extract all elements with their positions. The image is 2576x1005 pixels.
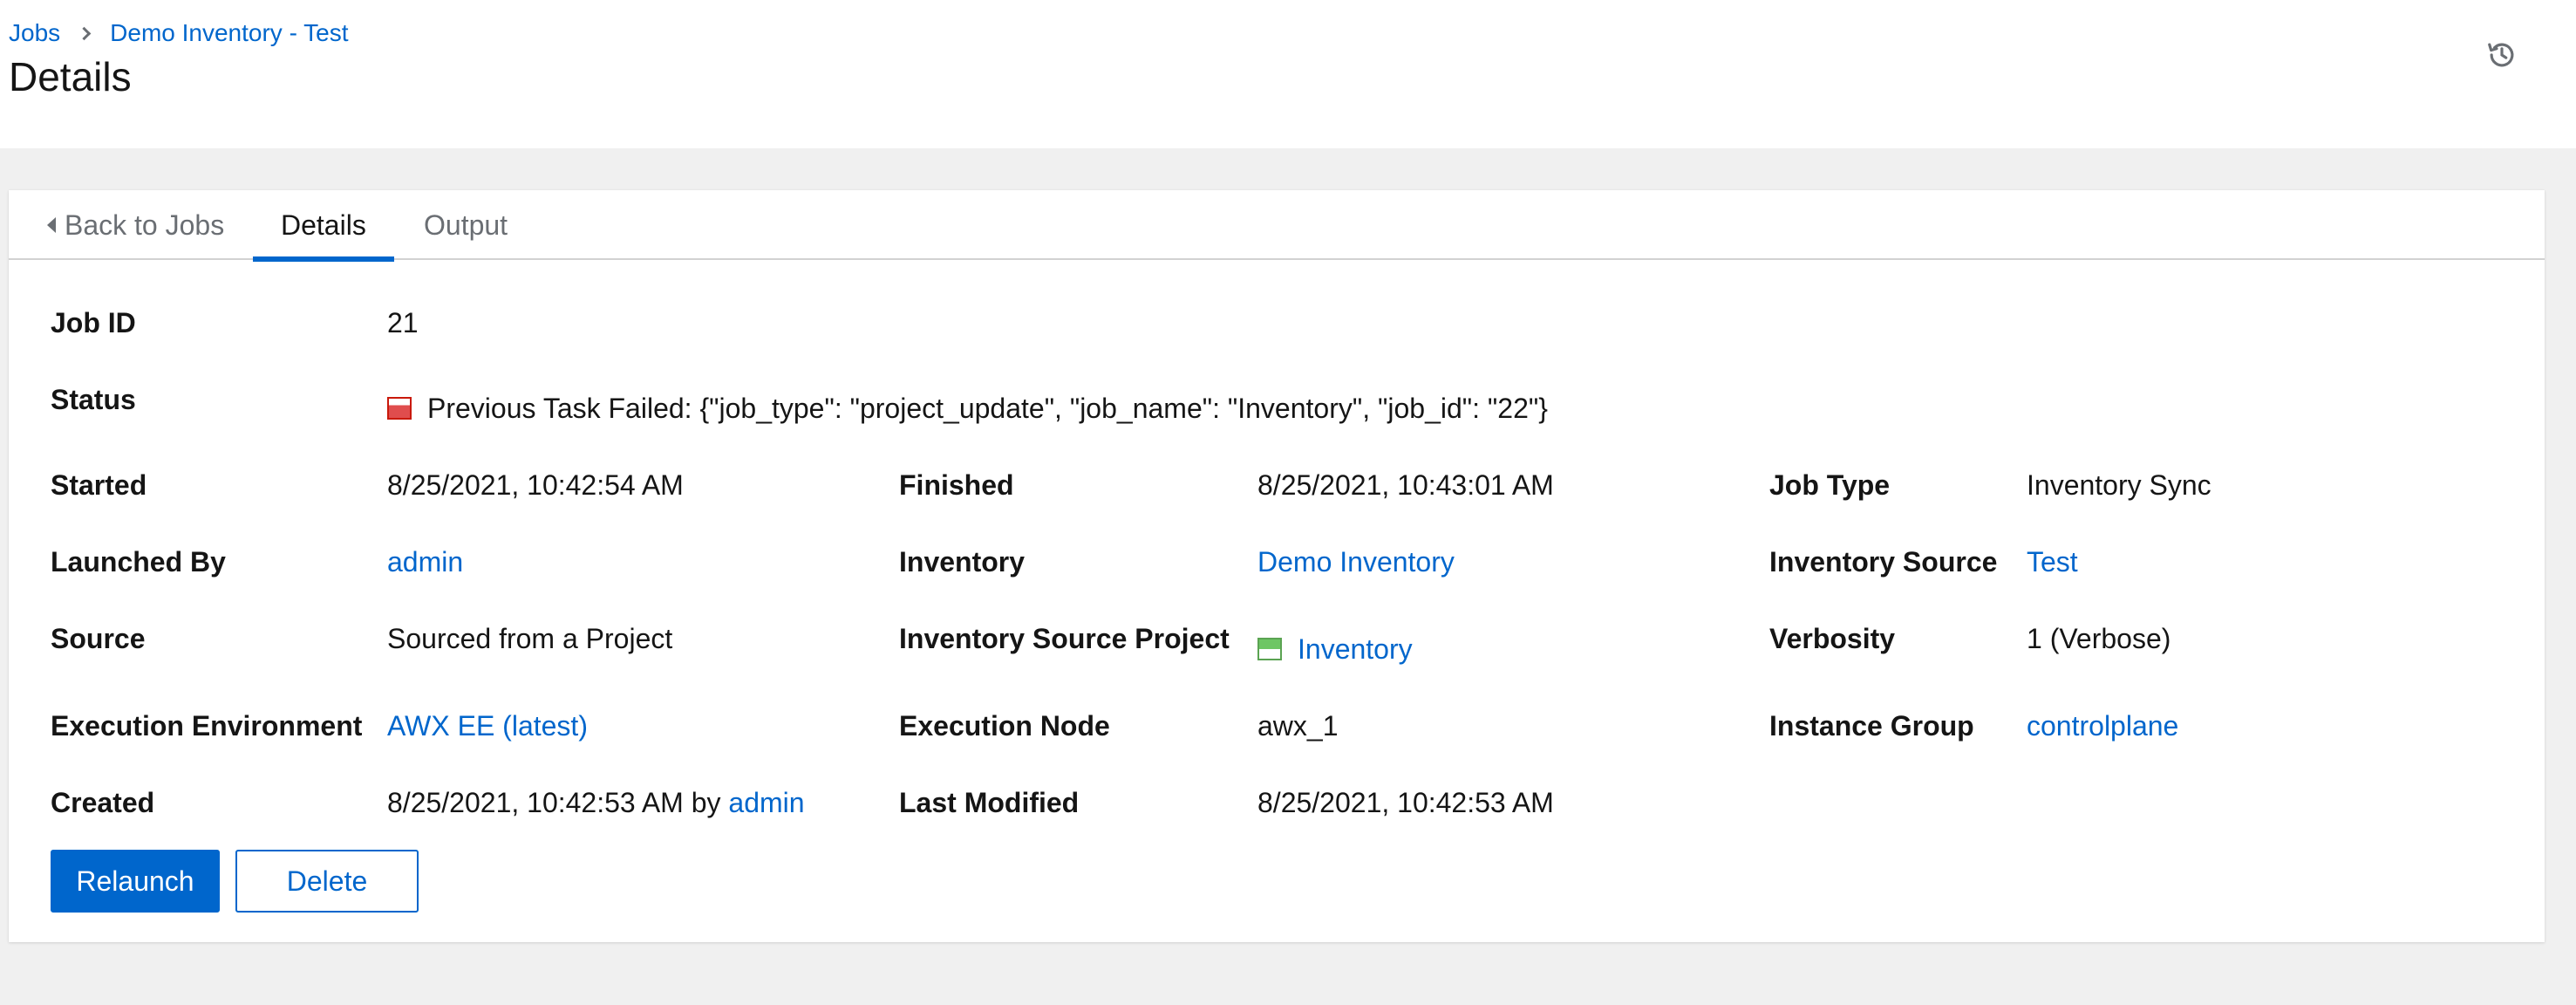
caret-left-icon [47, 217, 56, 233]
inventory-label: Inventory [899, 546, 1026, 578]
chevron-right-icon [77, 26, 92, 40]
created-value: 8/25/2021, 10:42:53 AM by admin [387, 785, 805, 820]
successful-status-icon [1257, 637, 1282, 660]
created-date: 8/25/2021, 10:42:53 AM [387, 787, 684, 818]
instance-group-link[interactable]: controlplane [2027, 708, 2178, 743]
launched-by-link[interactable]: admin [387, 544, 463, 579]
breadcrumb: Jobs Demo Inventory - Test [9, 17, 349, 49]
page-title: Details [9, 54, 132, 99]
inventory-source-project-link[interactable]: Inventory [1298, 633, 1413, 665]
breadcrumb-job-link[interactable]: Demo Inventory - Test [110, 17, 348, 49]
finished-value: 8/25/2021, 10:43:01 AM [1257, 469, 1554, 501]
tab-bar: Back to Jobs Details Output [9, 190, 2545, 262]
job-type-value: Inventory Sync [2027, 469, 2211, 501]
inventory-source-project-label: Inventory Source Project [899, 623, 1230, 654]
job-details-card: Back to Jobs Details Output Job ID 21 St… [9, 190, 2545, 942]
relaunch-button[interactable]: Relaunch [51, 850, 220, 913]
status-text: Previous Task Failed: {"job_type": "proj… [427, 393, 1548, 424]
job-type-label: Job Type [1769, 469, 1891, 501]
finished-label: Finished [899, 469, 1014, 501]
source-label: Source [51, 623, 146, 654]
inventory-source-project-value: Inventory [1257, 632, 1413, 667]
history-icon[interactable] [2485, 38, 2518, 72]
started-value: 8/25/2021, 10:42:54 AM [387, 469, 684, 501]
source-value: Sourced from a Project [387, 623, 673, 654]
job-id-value: 21 [387, 307, 419, 338]
page-header: Jobs Demo Inventory - Test Details [0, 0, 2576, 148]
tab-label: Output [424, 209, 508, 241]
execution-environment-label: Execution Environment [51, 710, 363, 742]
last-modified-label: Last Modified [899, 787, 1080, 818]
started-label: Started [51, 469, 147, 501]
inventory-link[interactable]: Demo Inventory [1257, 544, 1455, 579]
verbosity-value: 1 (Verbose) [2027, 623, 2171, 654]
created-label: Created [51, 787, 155, 818]
breadcrumb-jobs-link[interactable]: Jobs [9, 17, 60, 49]
failed-status-icon [387, 396, 412, 420]
status-label: Status [51, 384, 136, 415]
execution-node-label: Execution Node [899, 710, 1110, 742]
verbosity-label: Verbosity [1769, 623, 1896, 654]
status-value: Previous Task Failed: {"job_type": "proj… [387, 391, 1548, 426]
inventory-source-label: Inventory Source [1769, 546, 1998, 578]
job-id-label: Job ID [51, 307, 136, 338]
launched-by-label: Launched By [51, 546, 226, 578]
delete-button[interactable]: Delete [235, 850, 419, 913]
tab-back-to-jobs[interactable]: Back to Jobs [47, 190, 224, 260]
instance-group-label: Instance Group [1769, 710, 1974, 742]
tab-label: Back to Jobs [65, 209, 225, 241]
execution-environment-link[interactable]: AWX EE (latest) [387, 708, 588, 743]
created-by-link[interactable]: admin [728, 787, 804, 818]
inventory-source-link[interactable]: Test [2027, 544, 2078, 579]
tab-output[interactable]: Output [424, 190, 508, 260]
tab-details[interactable]: Details [253, 190, 394, 262]
tab-label: Details [281, 209, 366, 241]
execution-node-value: awx_1 [1257, 710, 1339, 742]
last-modified-value: 8/25/2021, 10:42:53 AM [1257, 787, 1554, 818]
created-by-text: by [691, 787, 721, 818]
